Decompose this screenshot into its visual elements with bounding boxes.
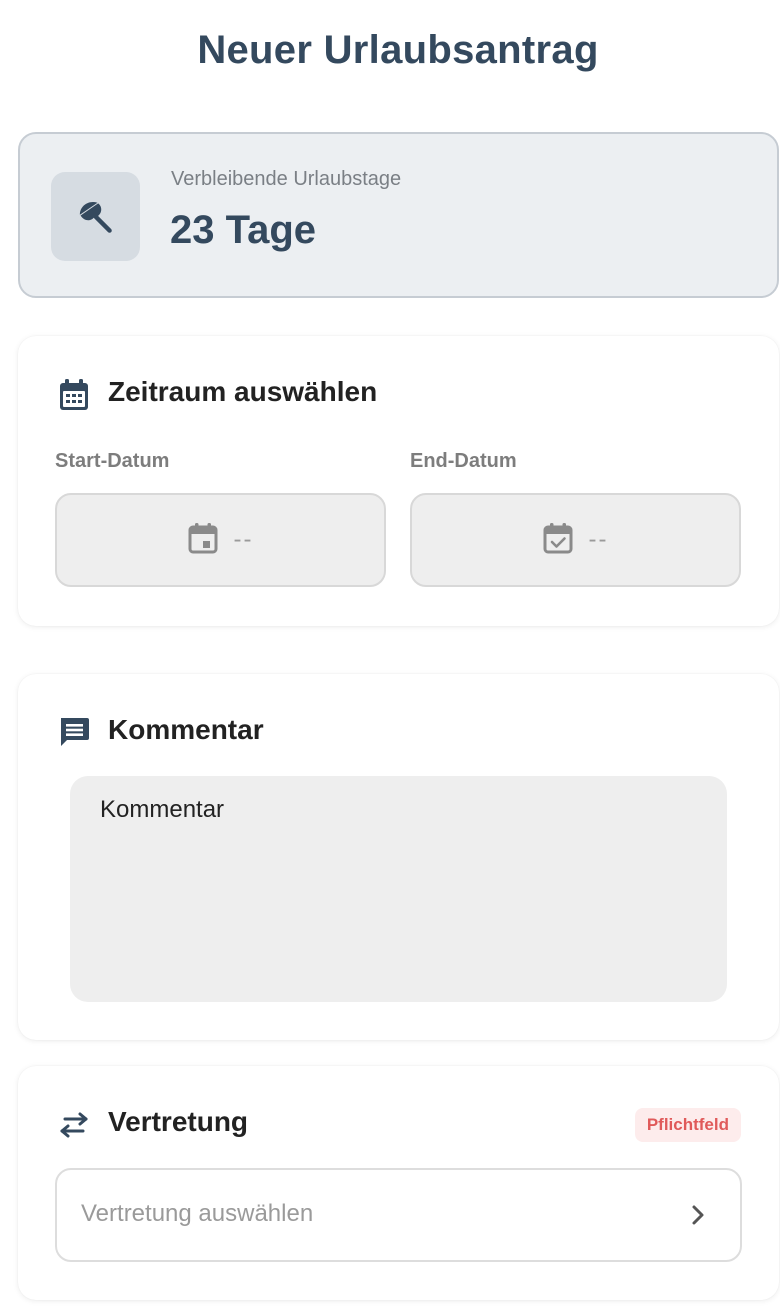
required-badge: Pflichtfeld [634, 1108, 741, 1142]
period-card: Zeitraum auswählen Start-Datum End-Datum… [18, 336, 779, 626]
swap-icon [58, 1112, 90, 1138]
leave-request-screen: Neuer Urlaubsantrag Verbleibende Urlaubs… [0, 0, 780, 1312]
calendar-check-icon [543, 522, 573, 559]
comment-title: Kommentar [108, 714, 264, 745]
substitute-title: Vertretung [108, 1106, 249, 1137]
end-date-label: End-Datum [410, 450, 517, 472]
end-date-value: -- [588, 526, 609, 553]
substitute-card: Vertretung Pflichtfeld Vertretung auswäh… [18, 1066, 779, 1300]
balance-label: Verbleibende Urlaubstage [171, 168, 402, 190]
comment-textarea[interactable]: Kommentar [70, 776, 727, 1002]
comment-icon [58, 716, 90, 748]
chevron-right-icon [686, 1203, 710, 1227]
calendar-icon [58, 378, 90, 412]
balance-value: 23 Tage [170, 208, 316, 252]
page-title: Neuer Urlaubsantrag [197, 28, 599, 72]
vacation-balance-card: Verbleibende Urlaubstage 23 Tage [18, 132, 779, 298]
start-date-picker[interactable]: -- [55, 493, 386, 587]
beach-umbrella-icon [51, 172, 140, 261]
substitute-placeholder: Vertretung auswählen [81, 1200, 314, 1227]
end-date-picker[interactable]: -- [410, 493, 741, 587]
substitute-select[interactable]: Vertretung auswählen [55, 1168, 742, 1262]
comment-card: Kommentar Kommentar [18, 674, 779, 1040]
start-date-value: -- [233, 526, 254, 553]
calendar-event-icon [188, 522, 218, 559]
period-title: Zeitraum auswählen [108, 376, 378, 407]
start-date-label: Start-Datum [55, 450, 170, 472]
